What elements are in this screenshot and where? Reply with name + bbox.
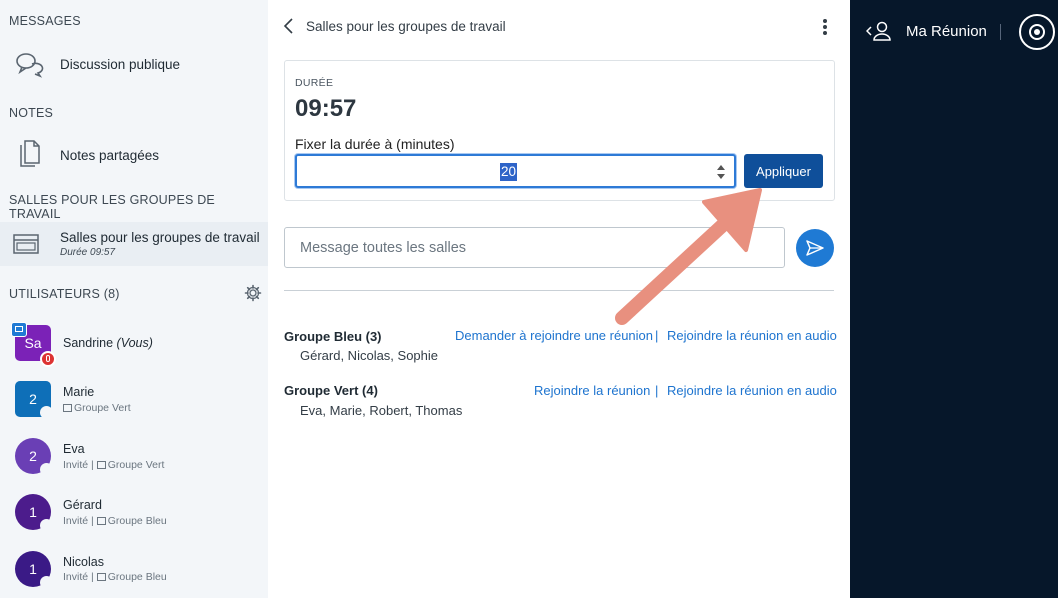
spinner-arrows-icon[interactable] — [716, 162, 726, 182]
divider — [284, 290, 834, 291]
join-room-link[interactable]: Rejoindre la réunion — [534, 383, 650, 398]
user-list-item[interactable]: 1 Gérard Invité | Groupe Bleu — [0, 487, 268, 539]
set-duration-label: Fixer la durée à (minutes) — [295, 136, 455, 152]
user-list-item[interactable]: 1 Nicolas Invité | Groupe Bleu — [0, 544, 268, 596]
meeting-sidebar — [850, 0, 1058, 598]
meeting-title: Ma Réunion — [906, 23, 987, 40]
message-all-rooms-input[interactable]: Message toutes les salles — [284, 227, 785, 268]
group-name: Groupe Bleu (3) — [284, 329, 382, 344]
room-icon — [96, 573, 106, 581]
user-list-toggle-icon[interactable] — [866, 20, 892, 42]
user-role-room: Invité | Groupe Bleu — [63, 571, 167, 583]
divider — [1000, 24, 1001, 40]
avatar: 1 — [15, 494, 53, 532]
room-icon — [63, 404, 72, 412]
sidebar-item-label: Discussion publique — [60, 57, 181, 72]
request-join-link[interactable]: Demander à rejoindre une réunion — [455, 328, 653, 343]
link-separator: | — [655, 383, 659, 398]
user-list-item[interactable]: Sa Sandrine (Vous) — [0, 318, 268, 370]
more-options-icon[interactable] — [818, 17, 832, 37]
group-name: Groupe Vert (4) — [284, 383, 378, 398]
duration-label: DURÉE — [295, 77, 334, 89]
join-audio-link[interactable]: Rejoindre la réunion en audio — [667, 383, 837, 398]
user-name: Gérard — [63, 498, 102, 512]
sidebar-item-label: Notes partagées — [60, 148, 160, 163]
messages-section-title: MESSAGES — [9, 14, 81, 28]
moderator-icon — [40, 351, 56, 367]
chat-bubbles-icon — [16, 53, 44, 78]
user-role-room: Invité | Groupe Vert — [63, 459, 165, 471]
room-icon — [96, 461, 106, 469]
user-room: Groupe Vert — [63, 402, 131, 414]
page-title: Salles pour les groupes de travail — [306, 19, 506, 34]
user-name: Nicolas — [63, 555, 104, 569]
room-icon — [96, 517, 106, 525]
sidebar-item-public-chat[interactable]: Discussion publique — [0, 46, 268, 84]
breakout-duration-sub: Durée 09:57 — [60, 247, 116, 258]
user-list-item[interactable]: 2 Marie Groupe Vert — [0, 374, 268, 426]
avatar-initials: 2 — [29, 448, 37, 464]
group-members: Gérard, Nicolas, Sophie — [300, 348, 439, 363]
group-members: Eva, Marie, Robert, Thomas — [300, 403, 463, 418]
avatar-initials: 2 — [29, 391, 37, 407]
user-you-suffix: (Vous) — [116, 336, 153, 350]
sidebar-item-label: Salles pour les groupes de travail — [60, 230, 260, 245]
avatar-initials: Sa — [24, 335, 42, 351]
sidebar-item-shared-notes[interactable]: Notes partagées — [0, 136, 268, 174]
breakout-section-title: SALLES POUR LES GROUPES DE TRAVAIL — [9, 193, 215, 221]
avatar-initials: 1 — [29, 561, 37, 577]
send-button[interactable] — [796, 229, 834, 267]
apply-button[interactable]: Appliquer — [744, 154, 823, 188]
avatar: 2 — [15, 438, 53, 476]
join-audio-link[interactable]: Rejoindre la réunion en audio — [667, 328, 837, 343]
user-name: Sandrine (Vous) — [63, 336, 153, 350]
user-role-room: Invité | Groupe Bleu — [63, 515, 167, 527]
record-icon — [1029, 24, 1045, 40]
user-name: Marie — [63, 385, 95, 399]
user-list-item[interactable]: 2 Eva Invité | Groupe Vert — [0, 431, 268, 483]
avatar: 2 — [15, 381, 53, 419]
gear-icon[interactable] — [244, 284, 262, 302]
presenter-icon — [11, 322, 27, 337]
record-button[interactable] — [1019, 14, 1055, 50]
sidebar-item-breakout-rooms[interactable]: Salles pour les groupes de travail Durée… — [0, 222, 268, 266]
chevron-left-icon[interactable] — [282, 17, 296, 35]
sidebar: MESSAGES Discussion publique NOTES Notes… — [0, 0, 268, 598]
avatar-initials: 1 — [29, 504, 37, 520]
notes-section-title: NOTES — [9, 106, 54, 120]
send-icon — [806, 240, 824, 256]
link-separator: | — [655, 328, 659, 343]
user-name: Eva — [63, 442, 85, 456]
document-icon — [20, 140, 40, 167]
duration-value: 09:57 — [295, 95, 357, 122]
duration-input-value: 20 — [500, 163, 518, 181]
avatar: 1 — [15, 551, 53, 589]
users-section-title: UTILISATEURS (8) — [9, 287, 120, 301]
duration-input[interactable]: 20 — [295, 154, 736, 188]
breakout-rooms-icon — [13, 234, 39, 254]
